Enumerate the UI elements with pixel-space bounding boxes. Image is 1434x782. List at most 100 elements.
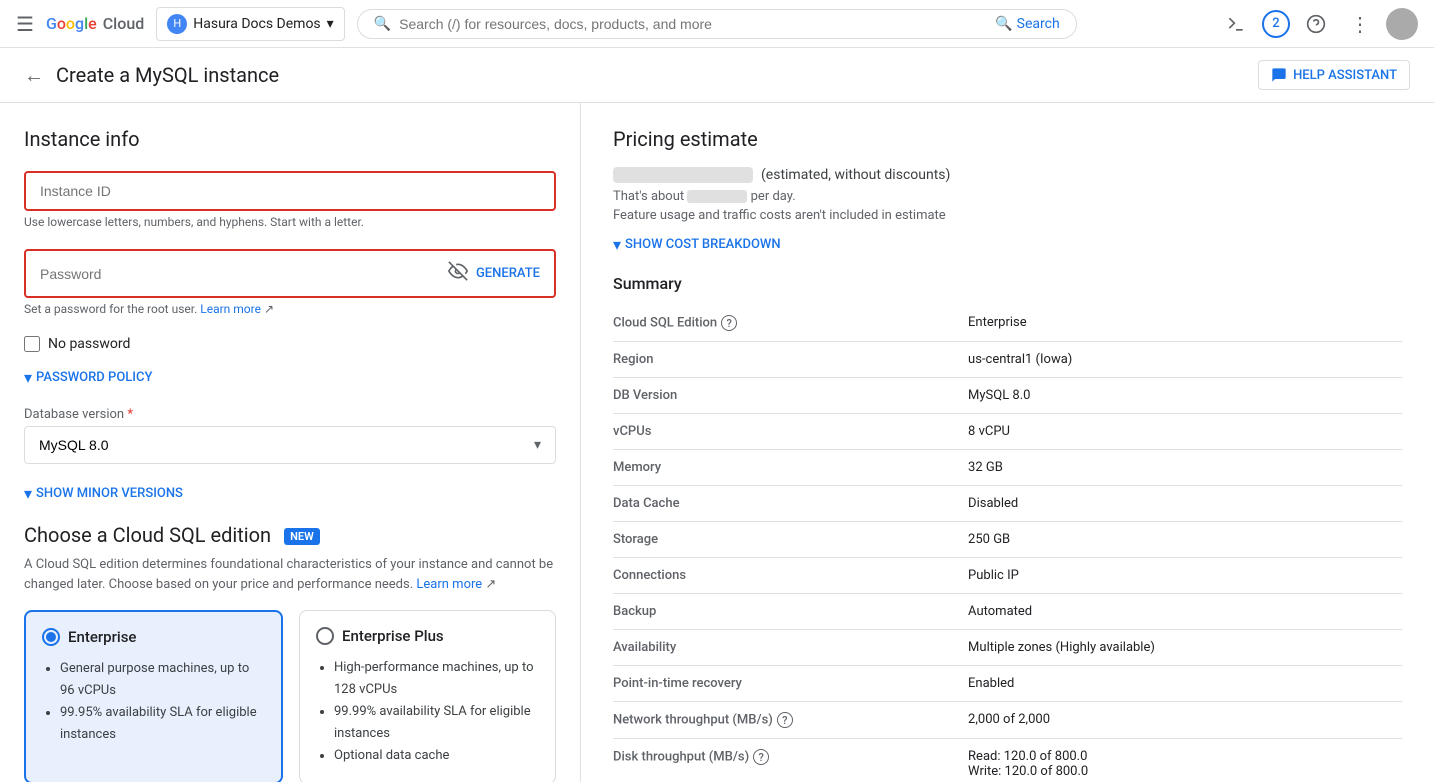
no-password-label: No password — [48, 336, 130, 352]
search-input[interactable] — [399, 16, 987, 32]
show-minor-versions-toggle[interactable]: ▾ SHOW MINOR VERSIONS — [24, 484, 556, 503]
help-icon[interactable]: ? — [753, 749, 769, 765]
summary-key: DB Version — [613, 378, 968, 414]
summary-value: 8 vCPU — [968, 414, 1402, 450]
enterprise-feature-1: General purpose machines, up to 96 vCPUs — [60, 658, 265, 702]
summary-row: ConnectionsPublic IP — [613, 558, 1402, 594]
help-assistant-label: HELP ASSISTANT — [1293, 68, 1397, 83]
search-label: Search — [1017, 16, 1060, 32]
summary-row: Storage250 GB — [613, 522, 1402, 558]
nav-right: 2 ⋮ — [1218, 6, 1418, 42]
show-cost-label: SHOW COST BREAKDOWN — [625, 237, 781, 252]
instance-id-wrapper — [24, 171, 556, 211]
logo-g: Google — [46, 14, 97, 33]
password-learn-more[interactable]: Learn more — [200, 302, 261, 316]
enterprise-feature-2: 99.95% availability SLA for eligible ins… — [60, 702, 265, 746]
summary-value: 2,000 of 2,000 — [968, 702, 1402, 739]
db-version-select[interactable]: MySQL 8.0 MySQL 5.7 — [39, 437, 541, 453]
enterprise-features: General purpose machines, up to 96 vCPUs… — [42, 658, 265, 746]
instance-id-input[interactable] — [40, 183, 540, 199]
pricing-title: Pricing estimate — [613, 127, 1402, 151]
enterprise-card[interactable]: Enterprise General purpose machines, up … — [24, 610, 283, 782]
per-day-blurred — [687, 190, 747, 203]
top-nav: ☰ Google Cloud H Hasura Docs Demos ▾ 🔍 🔍… — [0, 0, 1434, 48]
search-icon-left: 🔍 — [374, 16, 391, 32]
db-version-select-wrapper: MySQL 8.0 MySQL 5.7 ▾ — [24, 426, 556, 464]
no-password-checkbox[interactable]: No password — [24, 336, 556, 352]
enterprise-plus-radio[interactable] — [316, 627, 334, 645]
password-group: GENERATE Set a password for the root use… — [24, 249, 556, 316]
summary-value: Disabled — [968, 486, 1402, 522]
project-chevron: ▾ — [327, 16, 334, 32]
per-day-note: That's about per day. — [613, 189, 1402, 204]
price-estimate-line: (estimated, without discounts) — [613, 167, 1402, 183]
edition-section: Choose a Cloud SQL edition NEW A Cloud S… — [24, 523, 556, 782]
password-input[interactable] — [40, 266, 440, 282]
menu-icon[interactable]: ☰ — [16, 12, 34, 36]
summary-value: MySQL 8.0 — [968, 378, 1402, 414]
main-content: Instance info Use lowercase letters, num… — [0, 103, 1434, 782]
help-icon[interactable] — [1298, 6, 1334, 42]
generate-button[interactable]: GENERATE — [476, 266, 540, 281]
enterprise-plus-features: High-performance machines, up to 128 vCP… — [316, 657, 539, 767]
enterprise-radio[interactable] — [42, 628, 60, 646]
summary-value: us-central1 (Iowa) — [968, 342, 1402, 378]
show-minor-versions-label: SHOW MINOR VERSIONS — [36, 486, 183, 501]
show-cost-breakdown-button[interactable]: ▾ SHOW COST BREAKDOWN — [613, 235, 1402, 254]
summary-key: Disk throughput (MB/s)? — [613, 739, 968, 782]
summary-value: Enabled — [968, 666, 1402, 702]
search-button[interactable]: 🔍 Search — [995, 16, 1059, 32]
summary-title: Summary — [613, 274, 1402, 293]
summary-key: Backup — [613, 594, 968, 630]
summary-table: Cloud SQL Edition?EnterpriseRegionus-cen… — [613, 305, 1402, 782]
help-assistant-button[interactable]: HELP ASSISTANT — [1258, 60, 1410, 90]
left-panel: Instance info Use lowercase letters, num… — [0, 103, 580, 782]
visibility-toggle[interactable] — [448, 261, 468, 286]
notification-badge[interactable]: 2 — [1262, 10, 1290, 38]
logo-cloud: Cloud — [103, 14, 145, 33]
instance-id-hint: Use lowercase letters, numbers, and hyph… — [24, 215, 556, 229]
chevron-cost-icon: ▾ — [613, 235, 621, 254]
chevron-down-icon: ▾ — [24, 368, 32, 387]
summary-key: vCPUs — [613, 414, 968, 450]
summary-key: Memory — [613, 450, 968, 486]
project-avatar: H — [167, 14, 187, 34]
terminal-icon[interactable] — [1218, 6, 1254, 42]
instance-info-title: Instance info — [24, 127, 556, 151]
price-blurred-amount — [613, 167, 753, 183]
summary-key: Cloud SQL Edition? — [613, 305, 968, 342]
summary-value: Multiple zones (Highly available) — [968, 630, 1402, 666]
enterprise-plus-card[interactable]: Enterprise Plus High-performance machine… — [299, 610, 556, 782]
help-icon[interactable]: ? — [777, 712, 793, 728]
back-button[interactable]: ← — [24, 63, 44, 88]
summary-row: Memory32 GB — [613, 450, 1402, 486]
edition-cards: Enterprise General purpose machines, up … — [24, 610, 556, 782]
help-icon[interactable]: ? — [721, 315, 737, 331]
summary-key: Data Cache — [613, 486, 968, 522]
summary-value: 32 GB — [968, 450, 1402, 486]
avatar[interactable] — [1386, 8, 1418, 40]
summary-key: Network throughput (MB/s)? — [613, 702, 968, 739]
summary-row: Point-in-time recoveryEnabled — [613, 666, 1402, 702]
summary-value: Read: 120.0 of 800.0Write: 120.0 of 800.… — [968, 739, 1402, 782]
summary-key: Region — [613, 342, 968, 378]
more-icon[interactable]: ⋮ — [1342, 6, 1378, 42]
project-selector[interactable]: H Hasura Docs Demos ▾ — [156, 7, 344, 41]
radio-selected-dot — [46, 632, 56, 642]
summary-key: Storage — [613, 522, 968, 558]
password-policy-toggle[interactable]: ▾ PASSWORD POLICY — [24, 368, 556, 387]
password-policy-label: PASSWORD POLICY — [36, 370, 152, 385]
no-password-input[interactable] — [24, 336, 40, 352]
instance-id-group: Use lowercase letters, numbers, and hyph… — [24, 171, 556, 229]
enterprise-plus-feature-1: High-performance machines, up to 128 vCP… — [334, 657, 539, 701]
enterprise-plus-feature-2: 99.99% availability SLA for eligible ins… — [334, 701, 539, 745]
edition-learn-more[interactable]: Learn more — [416, 577, 482, 592]
right-panel: Pricing estimate (estimated, without dis… — [580, 103, 1434, 782]
page-header: ← Create a MySQL instance HELP ASSISTANT — [0, 48, 1434, 103]
summary-value: Public IP — [968, 558, 1402, 594]
summary-row: Network throughput (MB/s)?2,000 of 2,000 — [613, 702, 1402, 739]
summary-key: Connections — [613, 558, 968, 594]
summary-row: Data CacheDisabled — [613, 486, 1402, 522]
new-badge: NEW — [284, 528, 320, 545]
summary-row: DB VersionMySQL 8.0 — [613, 378, 1402, 414]
